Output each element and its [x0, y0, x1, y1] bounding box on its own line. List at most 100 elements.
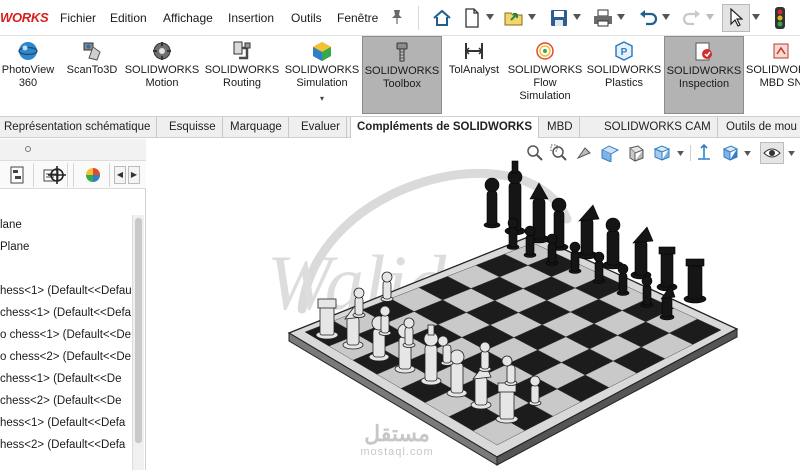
chevron-down-icon[interactable]: [662, 14, 670, 20]
motion-icon: [153, 42, 171, 60]
simulation-icon: [313, 42, 331, 61]
tree-item[interactable]: chess<2> (Default<<De: [0, 391, 132, 411]
chess-piece[interactable]: [592, 251, 606, 284]
ribbon-solidworks-mbd[interactable]: SOLIDWORKS MBD SN: [746, 36, 800, 114]
chess-piece[interactable]: [402, 317, 416, 348]
chess-model-view[interactable]: Walid: [147, 139, 800, 470]
chess-piece[interactable]: [656, 246, 678, 292]
tree-item[interactable]: lane: [0, 215, 132, 235]
flow-simulation-icon: [536, 42, 554, 60]
select-cursor-icon[interactable]: [722, 4, 750, 32]
ribbon-solidworks-simulation[interactable]: SOLIDWORKS Simulation ▾: [283, 36, 361, 114]
feature-tree-tab[interactable]: [0, 163, 34, 187]
save-icon[interactable]: [545, 4, 573, 32]
menu-insertion[interactable]: Insertion: [228, 11, 274, 25]
chess-piece[interactable]: [576, 204, 600, 260]
ribbon-scanto3d[interactable]: ScanTo3D: [62, 36, 122, 114]
chevron-down-icon[interactable]: [528, 14, 536, 20]
menu-bar: WORKS Fichier Edition Affichage Insertio…: [0, 0, 800, 36]
chess-piece[interactable]: [478, 341, 492, 372]
chess-piece[interactable]: [523, 225, 537, 258]
tab-marquage[interactable]: Marquage: [224, 117, 289, 138]
feature-manager-panel: ◀ ▶ lane Plane hess<1> (Default<<Defaul …: [0, 139, 146, 470]
tab-scroll-left-icon[interactable]: ◀: [114, 166, 126, 184]
ribbon-tolanalyst[interactable]: TolAnalyst: [443, 36, 505, 114]
dropdown-arrow[interactable]: ▾: [283, 92, 361, 105]
tree-item[interactable]: Plane: [0, 237, 132, 257]
chess-piece[interactable]: [352, 287, 366, 318]
chevron-down-icon[interactable]: [706, 14, 714, 20]
ribbon-solidworks-inspection[interactable]: SOLIDWORKS Inspection: [664, 36, 744, 114]
scrollbar-thumb[interactable]: [135, 218, 142, 443]
feature-tree-scrollbar[interactable]: [132, 215, 144, 470]
chevron-down-icon[interactable]: [752, 14, 760, 20]
svg-text:P: P: [621, 47, 628, 58]
new-document-icon[interactable]: [458, 4, 486, 32]
chevron-down-icon[interactable]: [617, 14, 625, 20]
tab-mbd[interactable]: MBD: [541, 117, 580, 138]
watermark-arabic: مستقل: [364, 421, 430, 446]
ribbon-solidworks-flow-simulation[interactable]: SOLIDWORKS Flow Simulation: [506, 36, 584, 114]
chess-piece[interactable]: [545, 233, 559, 266]
pin-icon[interactable]: [390, 9, 404, 25]
traffic-light-icon[interactable]: [766, 4, 794, 32]
ribbon-label: SOLIDWORKS Toolbox: [364, 65, 440, 90]
chess-piece[interactable]: [616, 263, 630, 296]
ribbon-label: SOLIDWORKS Motion: [124, 64, 200, 89]
panel-grip-icon[interactable]: [25, 146, 31, 152]
watermark-latin: mostaql.com: [360, 446, 434, 458]
menu-outils[interactable]: Outils: [291, 11, 322, 25]
graphics-area[interactable]: Walid مستقل mostaql.com: [147, 139, 800, 470]
ribbon-label: SOLIDWORKS Simulation: [284, 64, 360, 89]
tab-solidworks-cam[interactable]: SOLIDWORKS CAM: [598, 117, 718, 138]
tree-item[interactable]: o chess<1> (Default<<De: [0, 325, 132, 345]
tree-item[interactable]: o chess<2> (Default<<De: [0, 347, 132, 367]
watermark-site: مستقل mostaql.com: [347, 421, 447, 459]
chess-piece[interactable]: [568, 241, 582, 274]
chess-piece[interactable]: [640, 275, 654, 308]
print-icon[interactable]: [589, 4, 617, 32]
home-icon[interactable]: [428, 4, 456, 32]
chevron-down-icon[interactable]: [486, 14, 494, 20]
tree-item[interactable]: hess<1> (Default<<Defa: [0, 413, 132, 433]
tab-esquisse[interactable]: Esquisse: [163, 117, 223, 138]
tree-item[interactable]: chess<1> (Default<<Defa: [0, 303, 132, 323]
ribbon-label: SOLIDWORKS Plastics: [586, 64, 662, 89]
tree-item[interactable]: [0, 259, 132, 279]
chess-piece[interactable]: [483, 177, 501, 229]
routing-icon: [233, 41, 251, 60]
ribbon-solidworks-routing[interactable]: SOLIDWORKS Routing: [203, 36, 281, 114]
menu-affichage[interactable]: Affichage: [163, 11, 213, 25]
tolanalyst-icon: [464, 43, 484, 59]
tab-evaluer[interactable]: Evaluer: [295, 117, 347, 138]
tab-scroll-right-icon[interactable]: ▶: [128, 166, 140, 184]
menu-fenetre[interactable]: Fenêtre: [337, 11, 378, 25]
ribbon-solidworks-toolbox[interactable]: SOLIDWORKS Toolbox: [362, 36, 442, 114]
inspection-icon: [695, 42, 712, 61]
appearance-tab[interactable]: [76, 163, 110, 187]
redo-icon[interactable]: [678, 4, 706, 32]
ribbon-photoview-360[interactable]: PhotoView 360: [0, 36, 60, 114]
chess-piece[interactable]: [683, 258, 707, 304]
tab-complements-solidworks[interactable]: Compléments de SOLIDWORKS: [350, 117, 540, 138]
tree-item[interactable]: hess<1> (Default<<Defaul: [0, 281, 132, 301]
ribbon-label: TolAnalyst: [448, 64, 500, 76]
tab-outils-de-moule[interactable]: Outils de mou: [720, 117, 800, 138]
tree-item[interactable]: chess<1> (Default<<De: [0, 369, 132, 389]
menu-edition[interactable]: Edition: [110, 11, 147, 25]
ribbon-solidworks-plastics[interactable]: P SOLIDWORKS Plastics: [586, 36, 662, 114]
ribbon-solidworks-motion[interactable]: SOLIDWORKS Motion: [124, 36, 200, 114]
chess-piece[interactable]: [506, 217, 520, 250]
chess-piece[interactable]: [602, 217, 624, 270]
chess-piece[interactable]: [378, 305, 392, 336]
tab-representation-schematique[interactable]: Représentation schématique: [0, 117, 158, 138]
configuration-tab[interactable]: [40, 163, 74, 187]
chess-piece[interactable]: [630, 226, 654, 280]
open-icon[interactable]: [500, 4, 528, 32]
menu-fichier[interactable]: Fichier: [60, 11, 96, 25]
tree-item[interactable]: hess<2> (Default<<Defa: [0, 435, 132, 455]
chevron-down-icon[interactable]: [573, 14, 581, 20]
undo-icon[interactable]: [634, 4, 662, 32]
chess-piece[interactable]: [528, 375, 542, 406]
chess-piece[interactable]: [380, 271, 394, 302]
